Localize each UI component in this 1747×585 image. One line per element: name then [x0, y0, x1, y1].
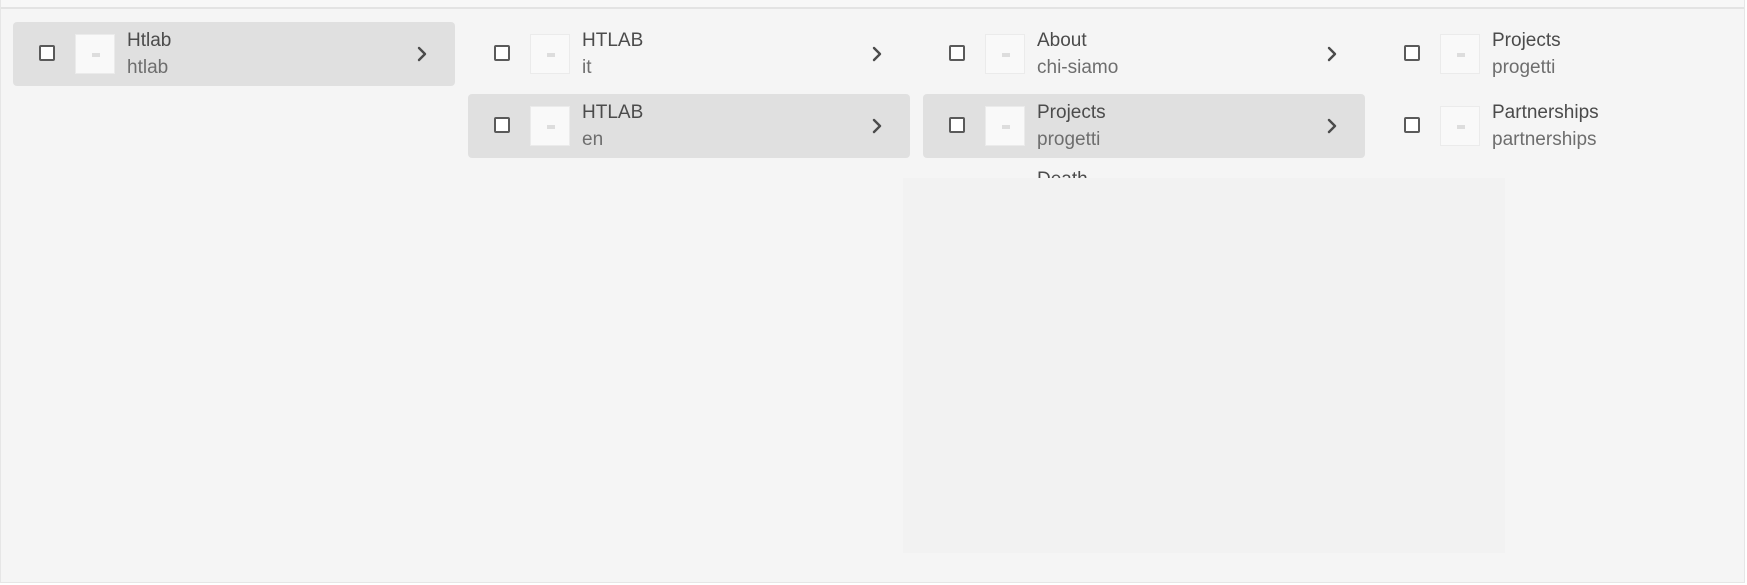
- select-checkbox[interactable]: [949, 117, 965, 133]
- item-name: progetti: [1037, 129, 1101, 150]
- column-item[interactable]: HTLAB en: [468, 94, 910, 158]
- page-thumbnail-icon: [1440, 34, 1480, 74]
- column-2: About chi-siamo Projects progetti: [923, 22, 1365, 166]
- chevron-right-icon[interactable]: [413, 45, 431, 63]
- column-1: HTLAB it HTLAB en: [468, 22, 910, 166]
- item-name: chi-siamo: [1037, 57, 1119, 78]
- column-3: Projects progetti Partnerships partnersh…: [1378, 22, 1747, 166]
- select-checkbox[interactable]: [494, 45, 510, 61]
- column-0: Htlab htlab: [13, 22, 455, 94]
- chevron-right-icon[interactable]: [868, 117, 886, 135]
- column-item[interactable]: About chi-siamo: [923, 22, 1365, 86]
- select-checkbox[interactable]: [949, 45, 965, 61]
- page-thumbnail-icon: [530, 106, 570, 146]
- item-name: partnerships: [1492, 129, 1597, 150]
- page-thumbnail-icon: [530, 34, 570, 74]
- select-checkbox[interactable]: [1404, 45, 1420, 61]
- select-checkbox[interactable]: [1404, 117, 1420, 133]
- top-divider: [1, 0, 1744, 9]
- item-title: About: [1037, 30, 1087, 51]
- column-item[interactable]: Projects progetti: [923, 94, 1365, 158]
- page-thumbnail-icon: [1440, 106, 1480, 146]
- column-item[interactable]: Htlab htlab: [13, 22, 455, 86]
- page-thumbnail-icon: [985, 34, 1025, 74]
- chevron-right-icon[interactable]: [1323, 117, 1341, 135]
- column-item[interactable]: Projects progetti: [1378, 22, 1747, 86]
- column-browser: Htlab htlab HTLAB it HTLAB en About chi-…: [0, 0, 1745, 583]
- chevron-right-icon[interactable]: [868, 45, 886, 63]
- chevron-right-icon[interactable]: [1323, 45, 1341, 63]
- column-item[interactable]: HTLAB it: [468, 22, 910, 86]
- item-name: htlab: [127, 57, 169, 78]
- item-title: Projects: [1037, 102, 1106, 123]
- column-item[interactable]: Partnerships partnerships: [1378, 94, 1747, 158]
- item-name: progetti: [1492, 57, 1556, 78]
- page-thumbnail-icon: [985, 106, 1025, 146]
- loading-overlay: [903, 178, 1505, 553]
- item-title: Htlab: [127, 30, 172, 51]
- item-title: Partnerships: [1492, 102, 1599, 123]
- item-name: en: [582, 129, 604, 150]
- page-thumbnail-icon: [75, 34, 115, 74]
- select-checkbox[interactable]: [39, 45, 55, 61]
- partial-item-title: Death: [1037, 168, 1117, 178]
- item-name: it: [582, 57, 592, 78]
- item-title: Projects: [1492, 30, 1561, 51]
- select-checkbox[interactable]: [494, 117, 510, 133]
- item-title: HTLAB: [582, 102, 644, 123]
- item-title: HTLAB: [582, 30, 644, 51]
